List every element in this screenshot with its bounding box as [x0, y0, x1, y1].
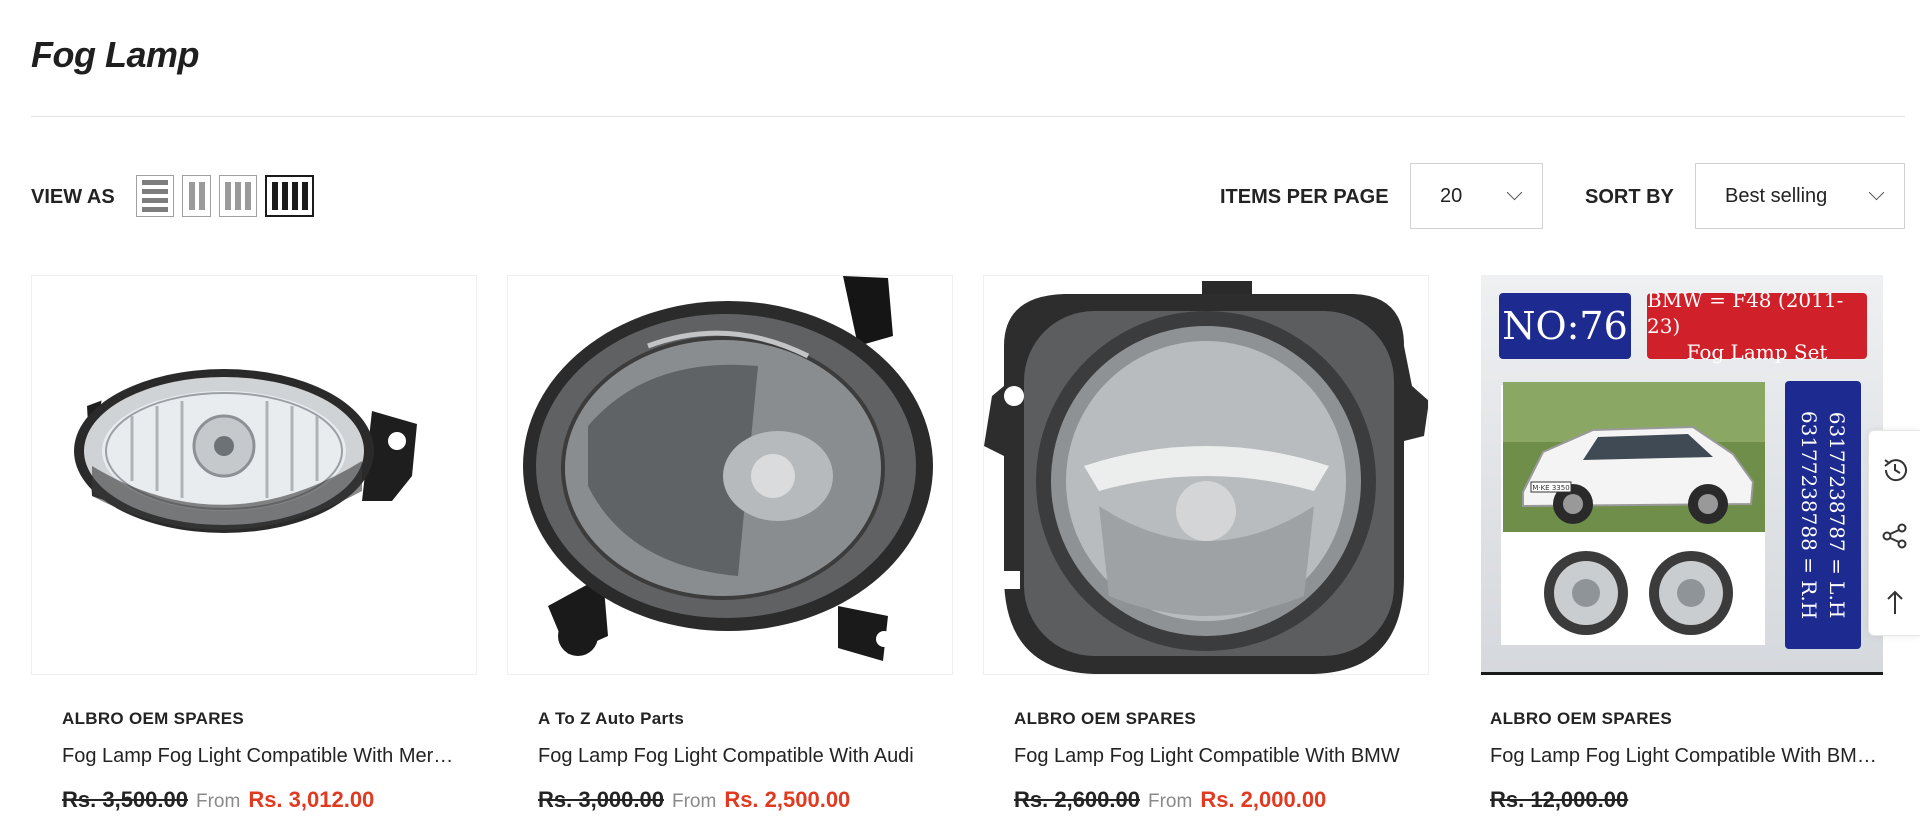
product-name[interactable]: Fog Lamp Fog Light Compatible With BMW: [1014, 745, 1414, 768]
sale-price: Rs. 2,500.00: [724, 787, 851, 812]
part-number-panel: 63177238787 = L.H 63177238788 = R.H: [1785, 381, 1861, 649]
product-price: Rs. 3,000.00 From Rs. 2,500.00: [538, 787, 850, 813]
compare-price: Rs. 3,500.00: [62, 787, 188, 812]
product-price: Rs. 3,500.00 From Rs. 3,012.00: [62, 787, 374, 813]
list-view-icon: [142, 180, 168, 212]
list-view-button[interactable]: [136, 175, 174, 217]
product-image[interactable]: [983, 275, 1429, 675]
sort-by-select[interactable]: Best selling: [1695, 163, 1905, 229]
product-card[interactable]: ALBRO OEM SPARES Fog Lamp Fog Light Comp…: [983, 275, 1429, 822]
items-per-page-select[interactable]: 20: [1410, 163, 1543, 229]
chevron-down-icon: [1868, 184, 1885, 201]
sort-by-value: Best selling: [1725, 184, 1828, 207]
back-to-top-button[interactable]: [1869, 569, 1920, 635]
car-photo: M·KE 3350: [1503, 382, 1765, 532]
grid-3-view-button[interactable]: [219, 175, 257, 217]
product-card[interactable]: A To Z Auto Parts Fog Lamp Fog Light Com…: [507, 275, 953, 822]
product-vendor: A To Z Auto Parts: [538, 709, 685, 728]
product-image[interactable]: NO:76 BMW = F48 (2011-23) Fog Lamp Set M…: [1459, 275, 1905, 675]
sale-price: Rs. 3,012.00: [248, 787, 375, 812]
product-name[interactable]: Fog Lamp Fog Light Compatible With BMW X…: [1490, 745, 1890, 768]
product-vendor: ALBRO OEM SPARES: [62, 709, 245, 728]
history-icon: [1884, 459, 1907, 482]
product-name[interactable]: Fog Lamp Fog Light Compatible With Merce…: [62, 745, 462, 768]
view-as-label: VIEW AS: [31, 186, 115, 208]
grid-4-icon: [271, 182, 308, 210]
sale-price: Rs. 2,000.00: [1200, 787, 1327, 812]
part-number-rh: 63177238788 = R.H: [1797, 410, 1821, 620]
product-vendor: ALBRO OEM SPARES: [1014, 709, 1197, 728]
share-icon: [1882, 523, 1907, 549]
model-banner: BMW = F48 (2011-23) Fog Lamp Set: [1647, 288, 1867, 364]
product-vendor: ALBRO OEM SPARES: [1490, 709, 1673, 728]
license-plate: M·KE 3350: [1532, 484, 1569, 492]
recently-viewed-button[interactable]: [1869, 437, 1920, 503]
from-label: From: [1147, 791, 1193, 812]
title-divider: [31, 116, 1905, 117]
compare-price: Rs. 2,600.00: [1014, 787, 1140, 812]
items-per-page-value: 20: [1440, 184, 1463, 207]
collection-toolbar: VIEW AS ITEMS PER PAGE 20 SORT BY Best s…: [31, 162, 1905, 232]
items-per-page-label: ITEMS PER PAGE: [1220, 186, 1389, 208]
product-card[interactable]: ALBRO OEM SPARES Fog Lamp Fog Light Comp…: [31, 275, 477, 822]
product-price: Rs. 2,600.00 From Rs. 2,000.00: [1014, 787, 1326, 813]
from-label: From: [195, 791, 241, 812]
page-title: Fog Lamp: [31, 34, 199, 75]
compare-price: Rs. 3,000.00: [538, 787, 664, 812]
grid-3-icon: [225, 182, 251, 210]
sort-by-label: SORT BY: [1585, 186, 1674, 208]
chevron-down-icon: [1506, 184, 1523, 201]
product-name[interactable]: Fog Lamp Fog Light Compatible With Audi: [538, 745, 938, 768]
part-number-lh: 63177238787 = L.H: [1825, 411, 1849, 619]
grid-4-view-button[interactable]: [265, 175, 314, 217]
arrow-up-icon: [1887, 590, 1903, 614]
compare-price: Rs. 12,000.00: [1490, 787, 1629, 812]
fog-lamp-pair: [1544, 551, 1733, 635]
banner-line-1: BMW = F48 (2011-23): [1647, 288, 1844, 338]
grid-2-view-button[interactable]: [182, 175, 211, 217]
banner-line-2: Fog Lamp Set: [1686, 340, 1828, 364]
share-button[interactable]: [1869, 503, 1920, 569]
product-image[interactable]: [507, 275, 953, 675]
product-card[interactable]: NO:76 BMW = F48 (2011-23) Fog Lamp Set M…: [1459, 275, 1905, 822]
model-badge: NO:76: [1499, 293, 1631, 359]
grid-2-icon: [188, 182, 205, 210]
floating-toolbar: [1868, 430, 1920, 636]
product-image[interactable]: [31, 275, 477, 675]
product-price: Rs. 12,000.00: [1490, 787, 1628, 813]
from-label: From: [671, 791, 717, 812]
